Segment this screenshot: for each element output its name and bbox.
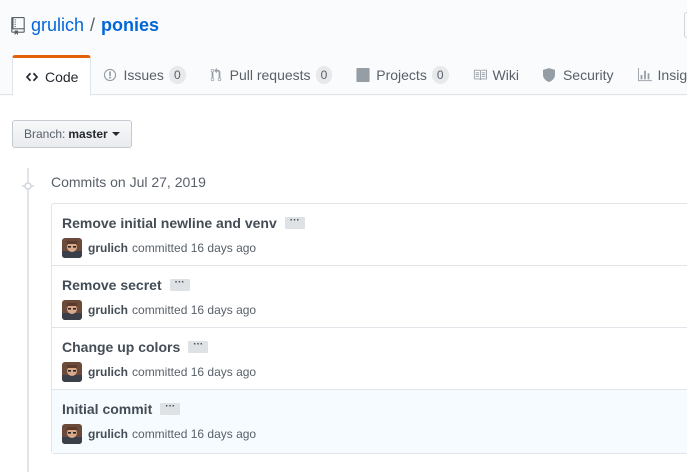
commit-action: committed (132, 427, 188, 441)
branch-select-button[interactable]: Branch: master (12, 120, 132, 148)
commit-row: Remove initial newline and venv ··· grul… (52, 204, 687, 266)
tab-projects-label: Projects (376, 67, 427, 83)
commit-title: Change up colors ··· (62, 339, 209, 355)
tab-insights-label: Insights (657, 67, 687, 83)
commits-date-heading: Commits on Jul 27, 2019 (51, 174, 206, 190)
issue-icon (103, 68, 117, 82)
branch-label: Branch: (24, 127, 66, 141)
expand-message-button[interactable]: ··· (160, 402, 181, 415)
expand-message-button[interactable]: ··· (188, 340, 209, 353)
tab-code-label: Code (45, 68, 79, 85)
shield-icon (542, 68, 557, 82)
commit-time: 16 days ago (190, 241, 257, 255)
tab-pull-requests-label: Pull requests (229, 67, 311, 83)
commit-title: Remove initial newline and venv ··· (62, 215, 305, 231)
repo-separator: / (90, 15, 96, 35)
commit-title: Remove secret ··· (62, 277, 190, 293)
repo-icon (11, 16, 25, 35)
commit-action: committed (132, 303, 188, 317)
tab-projects[interactable]: Projects 0 (344, 55, 460, 95)
commit-time: 16 days ago (190, 427, 257, 441)
graph-icon (637, 68, 652, 82)
avatar[interactable] (62, 300, 82, 320)
commit-row: Initial commit ··· grulich committed 16 … (52, 390, 687, 453)
avatar[interactable] (62, 238, 82, 258)
commit-message-link[interactable]: Remove initial newline and venv (62, 215, 277, 231)
commit-row: Remove secret ··· grulich committed 16 d… (52, 266, 687, 328)
tab-issues-label: Issues (123, 67, 164, 83)
tab-wiki-label: Wiki (492, 67, 519, 83)
commit-time: 16 days ago (190, 365, 257, 379)
commit-author-link[interactable]: grulich (88, 303, 128, 317)
commit-meta: grulich committed 16 days ago (62, 424, 256, 444)
project-icon (356, 68, 370, 82)
commit-row: Change up colors ··· grulich committed 1… (52, 328, 687, 390)
commit-title: Initial commit ··· (62, 401, 181, 417)
avatar[interactable] (62, 424, 82, 444)
tab-security[interactable]: Security (531, 55, 626, 95)
expand-message-button[interactable]: ··· (284, 216, 305, 229)
commit-message-link[interactable]: Remove secret (62, 277, 162, 293)
pull-request-icon (210, 68, 224, 82)
code-icon (25, 70, 39, 84)
tab-security-label: Security (562, 67, 614, 83)
commit-time: 16 days ago (190, 303, 257, 317)
commit-meta: grulich committed 16 days ago (62, 362, 256, 382)
issues-counter: 0 (168, 66, 186, 84)
repo-title: grulich / ponies (11, 12, 159, 38)
book-icon (473, 68, 487, 82)
repo-name-link[interactable]: ponies (101, 12, 159, 38)
expand-message-button[interactable]: ··· (169, 278, 190, 291)
tab-insights[interactable]: Insights (626, 55, 687, 95)
tab-code[interactable]: Code (12, 55, 92, 96)
commit-meta: grulich committed 16 days ago (62, 300, 256, 320)
commit-message-link[interactable]: Change up colors (62, 339, 180, 355)
commit-action: committed (132, 241, 188, 255)
tab-pull-requests[interactable]: Pull requests 0 (198, 55, 345, 95)
projects-counter: 0 (431, 66, 449, 84)
repo-nav-tabs: Code Issues 0 Pull requests 0 Projects 0 (12, 55, 687, 96)
avatar[interactable] (62, 362, 82, 382)
tab-wiki[interactable]: Wiki (461, 55, 531, 95)
commit-author-link[interactable]: grulich (88, 365, 128, 379)
commit-author-link[interactable]: grulich (88, 427, 128, 441)
branch-name: master (68, 127, 108, 141)
pull-requests-counter: 0 (315, 66, 333, 84)
commit-action: committed (132, 365, 188, 379)
commit-list: Remove initial newline and venv ··· grul… (51, 203, 687, 454)
timeline-line (27, 168, 29, 472)
repo-owner-link[interactable]: grulich (31, 12, 84, 38)
repo-header: grulich / ponies Code Issues 0 Pull requ… (0, 0, 687, 96)
commit-author-link[interactable]: grulich (88, 241, 128, 255)
tab-issues[interactable]: Issues 0 (91, 55, 197, 95)
git-commit-icon (22, 179, 34, 191)
commits-page: Branch: master Commits on Jul 27, 2019 R… (0, 96, 687, 472)
commit-message-link[interactable]: Initial commit (62, 401, 152, 417)
commit-meta: grulich committed 16 days ago (62, 238, 256, 258)
caret-down-icon (111, 132, 120, 136)
